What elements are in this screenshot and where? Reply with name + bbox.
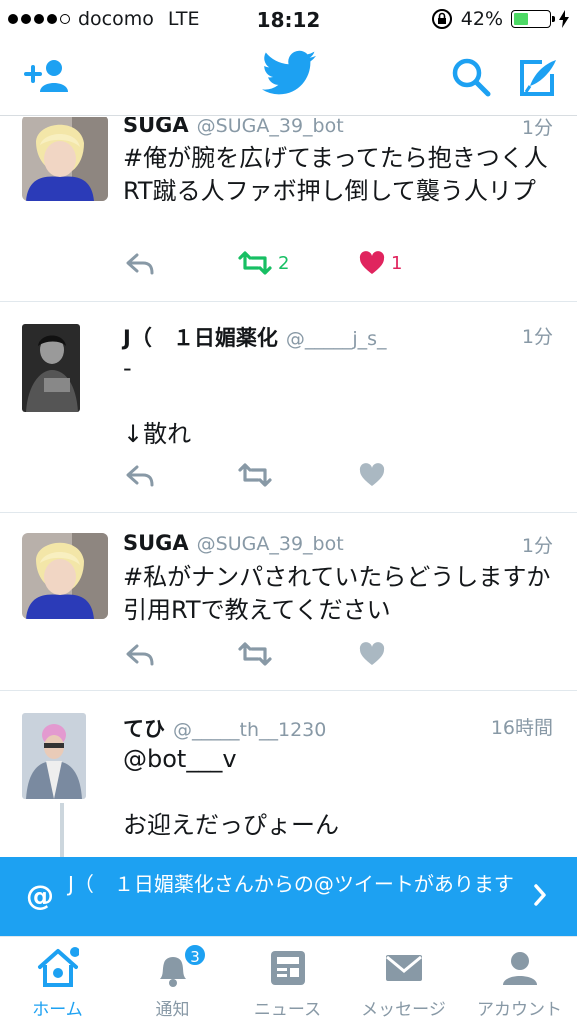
charging-bolt-icon [559, 10, 569, 28]
compose-icon[interactable] [516, 56, 560, 100]
avatar[interactable] [22, 117, 108, 201]
tweet-text: - ↓散れ [123, 354, 192, 448]
twitter-bird-icon [262, 50, 316, 95]
author-handle[interactable]: @_____j_s_ [286, 328, 387, 350]
like-button[interactable]: 1 [359, 251, 402, 275]
mention-notification-banner[interactable]: @ J（ １日媚薬化さんからの@ツイートがあります [0, 857, 577, 936]
author-handle[interactable]: @_____th__1230 [173, 719, 326, 741]
mention-icon: @ [26, 879, 54, 912]
tab-account[interactable]: アカウント [462, 937, 577, 1024]
heart-icon[interactable] [359, 642, 385, 666]
like-count: 1 [391, 252, 403, 274]
search-icon[interactable] [450, 56, 492, 98]
tab-home[interactable]: ホーム [0, 937, 115, 1024]
tweet-time: 1分 [521, 117, 553, 139]
heart-icon[interactable] [359, 463, 385, 487]
retweet-count: 2 [278, 252, 290, 274]
avatar[interactable] [22, 324, 80, 412]
heart-icon [359, 251, 385, 274]
bottom-tab-bar: ホーム 3 通知 ニュース メッセージ アカウント [0, 936, 577, 1024]
reply-icon[interactable] [125, 642, 155, 668]
tab-label: メッセージ [361, 1000, 446, 1020]
tab-notifications[interactable]: 3 通知 [115, 937, 230, 1024]
author-handle[interactable]: @SUGA_39_bot [197, 533, 344, 555]
retweet-icon [238, 251, 272, 275]
reply-icon[interactable] [125, 463, 155, 489]
status-bar: docomo LTE 18:12 42% [0, 0, 577, 38]
author-name[interactable]: てひ [123, 717, 165, 741]
rotation-lock-icon [431, 9, 452, 29]
tab-messages[interactable]: メッセージ [346, 937, 461, 1024]
tweet-text: @bot___v お迎えだっぴょーん [123, 745, 339, 839]
tweet-item[interactable]: SUGA @SUGA_39_bot 1分 #俺が腕を広げてまってたら抱きつく人RT… [0, 117, 577, 302]
timeline[interactable]: SUGA @SUGA_39_bot 1分 #俺が腕を広げてまってたら抱きつく人RT… [0, 117, 577, 857]
tab-label: アカウント [477, 1000, 562, 1020]
add-user-icon[interactable] [22, 56, 70, 96]
author-name[interactable]: J（ １日媚薬化 [123, 326, 278, 350]
reply-icon[interactable] [125, 251, 155, 277]
retweet-button[interactable]: 2 [238, 251, 289, 275]
news-icon [271, 951, 305, 985]
conversation-thread-line [60, 803, 64, 857]
tweet-item[interactable]: てひ @_____th__1230 16時間 @bot___v お迎えだっぴょーん [0, 691, 577, 857]
person-icon [503, 952, 537, 985]
tweet-item[interactable]: J（ １日媚薬化 @_____j_s_ 1分 - ↓散れ [0, 302, 577, 513]
battery-icon [511, 10, 555, 28]
author-handle[interactable]: @SUGA_39_bot [197, 117, 344, 137]
envelope-icon [386, 955, 422, 981]
tweet-text: #俺が腕を広げてまってたら抱きつく人RT蹴る人ファボ押し倒して襲う人リプ [123, 144, 548, 205]
retweet-icon[interactable] [238, 463, 272, 487]
tweet-text: #私がナンパされていたらどうしますか引用RTで教えてください [123, 563, 551, 624]
tweet-time: 16時間 [490, 717, 553, 739]
chevron-right-icon [534, 884, 546, 906]
tab-label: ホーム [32, 1000, 83, 1020]
battery-percent: 42% [460, 8, 503, 30]
tweet-time: 1分 [521, 535, 553, 557]
retweet-icon[interactable] [238, 642, 272, 666]
notification-badge: 3 [183, 943, 207, 967]
tweet-item[interactable]: SUGA @SUGA_39_bot 1分 #私がナンパされていたらどうしますか引用… [0, 513, 577, 691]
banner-message: J（ １日媚薬化さんからの@ツイートがあります [68, 872, 514, 896]
author-name[interactable]: SUGA [123, 531, 189, 555]
avatar[interactable] [22, 713, 86, 799]
tab-label: 通知 [155, 1000, 190, 1020]
home-icon [38, 947, 79, 987]
avatar[interactable] [22, 533, 108, 619]
top-navigation-bar [0, 38, 577, 116]
tab-news[interactable]: ニュース [230, 937, 345, 1024]
tab-label: ニュース [253, 1000, 322, 1020]
author-name[interactable]: SUGA [123, 117, 189, 137]
tweet-time: 1分 [521, 326, 553, 348]
